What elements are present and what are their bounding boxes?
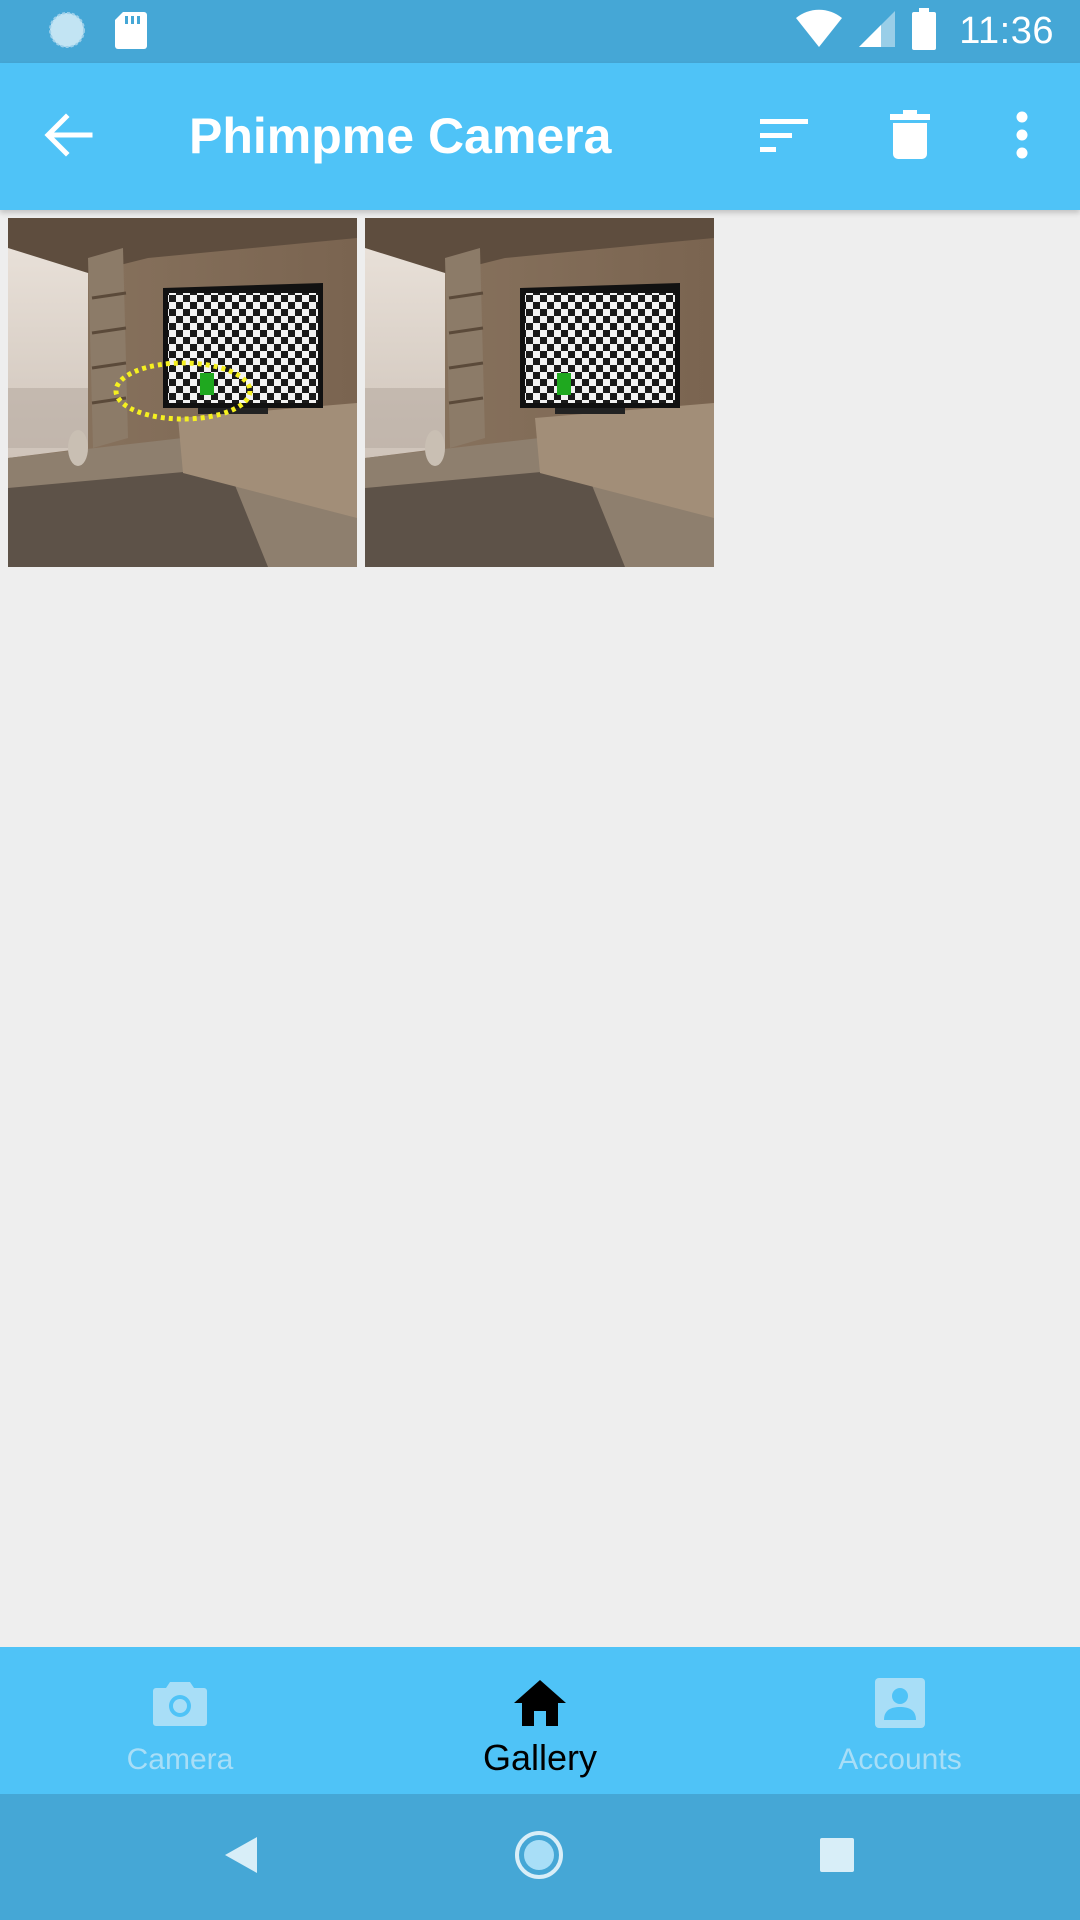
- system-recents-button[interactable]: [804, 1824, 870, 1890]
- delete-icon: [890, 109, 930, 165]
- room-photo-image: [8, 218, 357, 567]
- photo-thumbnail[interactable]: [365, 218, 714, 567]
- nav-label-camera: Camera: [126, 1743, 234, 1776]
- system-navigation-bar: [0, 1794, 1080, 1920]
- photo-grid: [8, 218, 714, 567]
- account-box-icon: [870, 1673, 930, 1733]
- page-title: Phimpme Camera: [189, 108, 612, 164]
- app-bar: Phimpme Camera: [0, 63, 1080, 210]
- nav-label-accounts: Accounts: [838, 1743, 962, 1776]
- nav-item-gallery[interactable]: Gallery: [360, 1647, 720, 1794]
- system-back-button[interactable]: [208, 1824, 274, 1890]
- more-options-button[interactable]: [986, 101, 1058, 173]
- delete-button[interactable]: [874, 101, 946, 173]
- back-button[interactable]: [32, 101, 104, 173]
- sort-icon: [758, 115, 810, 160]
- sort-button[interactable]: [748, 101, 820, 173]
- nav-item-accounts[interactable]: Accounts: [720, 1647, 1080, 1794]
- status-bar: 11:36: [0, 0, 1080, 63]
- arrow-back-icon: [42, 109, 94, 166]
- wifi-icon: [795, 9, 843, 54]
- system-home-button[interactable]: [506, 1824, 572, 1890]
- cell-signal-icon: [857, 9, 897, 54]
- room-photo-image: [365, 218, 714, 567]
- home-circle-icon: [513, 1829, 565, 1886]
- home-icon: [510, 1673, 570, 1733]
- camera-icon: [150, 1673, 210, 1733]
- back-triangle-icon: [223, 1835, 259, 1880]
- battery-icon: [911, 8, 937, 55]
- screen: 11:36 Phimpme Camera Camera Gallery Acco…: [0, 0, 1080, 1920]
- nav-item-camera[interactable]: Camera: [0, 1647, 360, 1794]
- sync-icon: [46, 9, 88, 56]
- recents-square-icon: [819, 1837, 855, 1878]
- photo-thumbnail[interactable]: [8, 218, 357, 567]
- status-time: 11:36: [959, 10, 1054, 52]
- sd-card-icon: [114, 10, 148, 55]
- bottom-navigation: Camera Gallery Accounts: [0, 1647, 1080, 1794]
- nav-label-gallery: Gallery: [482, 1737, 598, 1778]
- more-vert-icon: [1014, 111, 1030, 164]
